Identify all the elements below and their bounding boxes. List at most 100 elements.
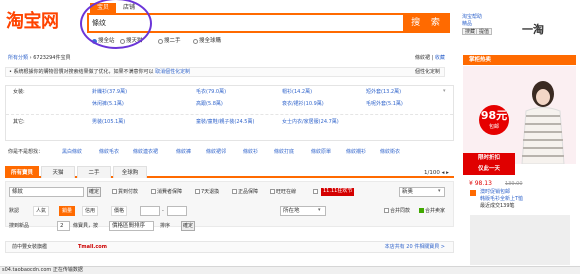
promo-badge[interactable]: 11.11狂欢节 [321,188,355,196]
shop-hot-title: 掌柜热卖 [463,55,576,65]
radio-search-tmall[interactable]: 搜天猫 [120,38,143,45]
taobao-logo[interactable]: 淘宝网 [6,11,59,33]
checkbox-icon [195,189,200,194]
notice-text: 系統根據你的購物習慣对搜索结果做了优化，如果不满意你可以 [13,69,154,75]
refine-confirm-button[interactable]: 確定 [87,187,101,197]
chevron-down-icon: ▾ [438,188,441,194]
badge-small: 包邮 [488,124,499,130]
result-tabs: 所有寶貝 天猫 二手 全球购 [5,166,454,178]
search-tab-items[interactable]: 宝贝 [90,3,116,13]
category-link[interactable]: 女士内衣/家居服(24.7萬) [282,116,339,129]
crumb-collect-link[interactable]: 收藏 [435,55,445,61]
sort-default[interactable]: 默認 [9,208,19,214]
radio-dot-icon [193,38,198,44]
taobao-help-link[interactable]: 淘宝帮助 [462,14,482,20]
radio-label: 搜二手 [164,38,181,44]
filter-online[interactable]: 旺旺在線 [270,189,296,195]
tab-tmall[interactable]: 天猫 [41,166,75,178]
radio-search-global[interactable]: 搜全球購 [193,38,221,45]
category-link[interactable]: 休闲裤(5.1萬) [92,98,124,111]
suggestion-link[interactable]: 黑白條紋 [62,149,82,155]
filter-consumer-protection[interactable]: 消費者保障 [151,189,182,195]
price-range-select[interactable]: 價格區間排序 [109,221,154,231]
flash-sale-banner[interactable]: 限时折扣 仅此一天 [463,153,515,175]
tmall-store-strip: 前中豐女裝旗艦 Tmall.com 本店共有 20 件相關寶貝 > [5,241,454,253]
refine-search-input[interactable]: 條紋 [9,187,84,197]
tab-global[interactable]: 全球购 [113,166,147,178]
merge-same[interactable]: 合并同款 [384,208,410,214]
sort-credit[interactable]: 信用 [82,206,99,216]
radio-search-all[interactable]: 搜全站 [92,38,115,45]
suggestion-link[interactable]: 條紋原單 [311,149,331,155]
category-link[interactable]: 男装(105.1萬) [92,116,125,129]
radio-search-secondhand[interactable]: 搜二手 [158,38,181,45]
product-thumb[interactable] [470,215,570,265]
promo-line2: 仅此一天 [477,166,500,172]
sort-popularity[interactable]: 人氣 [33,206,50,216]
browser-status-bar: s04.taobaocdn.com 正在传输数据 [0,266,580,274]
price-min-input[interactable] [140,206,160,216]
category-link[interactable]: 衰衣/裙衫(10.9萬) [282,98,324,111]
radio-dot-on-icon [92,38,97,44]
boutique-link[interactable]: 精品 [462,21,472,27]
pager: 1/100 ◂ ▸ [424,170,449,177]
sort-label-text: 排序 [160,223,171,229]
pager-next-icon[interactable]: ▸ [446,170,449,176]
tmall-logo[interactable]: Tmall.com [78,242,107,252]
result-label: 搜到新品 [9,223,30,229]
yitao-logo[interactable]: 一淘 [522,23,544,36]
checkbox-icon [270,189,275,194]
category-link[interactable]: 高跟(5.8萬) [196,98,223,111]
suggestion-link[interactable]: 條紋連衣裙 [133,149,158,155]
result-confirm-button[interactable]: 確定 [181,221,195,231]
crumb-count: 6723294件宝貝 [33,55,71,61]
suggestion-link[interactable]: 條紋褲 [176,149,191,155]
chevron-down-icon: ▾ [318,207,321,213]
crumb-keyword: 條紋裙 | 收藏 [415,55,445,61]
filter-cod[interactable]: 貨到付款 [112,189,138,195]
store-name-link[interactable]: 前中豐女裝旗艦 [12,242,47,252]
checkbox-icon [313,189,318,194]
crumb-all-categories[interactable]: 所有分類 [8,55,28,61]
filter-genuine[interactable]: 正品保障 [232,189,258,195]
suggestion-link[interactable]: 條紋衫 [243,149,258,155]
suggestion-label: 你是不是想找： [8,149,44,155]
promo-line1: 限时折扣 [477,155,500,161]
tab-all-items[interactable]: 所有寶貝 [5,166,39,178]
expand-icon[interactable]: ▾ [443,88,446,94]
search-button[interactable]: 搜 索 [405,13,450,33]
result-count-select[interactable]: 2 [57,221,70,231]
result-mid: 條寶貝，按 [73,223,99,229]
price-max-input[interactable] [167,206,187,216]
sort-sales[interactable]: 銷量 [59,206,76,216]
suggestion-link[interactable]: 條紋裙邻 [206,149,226,155]
checkbox-icon [232,189,237,194]
checkbox-checked-icon [419,208,424,213]
suggestion-link[interactable]: 條紋毛衣 [99,149,119,155]
breadcrumb: 所有分類 › 6723294件宝貝 [8,55,70,61]
search-input[interactable] [89,15,403,31]
category-divider [6,114,453,115]
radio-label: 搜全站 [98,38,115,44]
rp-line2[interactable]: 韩版毛衫全新上T恤 [480,196,523,202]
category-link[interactable]: 童裝/童鞋/親子装(24.5萬) [196,116,254,129]
category-link[interactable]: 毛呢外套(5.1萬) [366,98,403,111]
sort-price[interactable]: 價格 [111,206,128,216]
pager-prev-icon[interactable]: ◂ [442,170,445,176]
cancel-personalization-link[interactable]: 取消個性化定制 [155,69,190,75]
price-badge: 98元 包邮 [479,105,509,135]
suggestion-link[interactable]: 條紋打底 [274,149,294,155]
merge-seller[interactable]: 合并卖家 [419,208,445,214]
suggestion-link[interactable]: 條紋襯衫 [346,149,366,155]
product-orig-price: 139.00 [505,181,523,187]
store-items-link[interactable]: 本店共有 20 件相關寶貝 > [385,242,445,252]
filter-promo[interactable] [313,189,319,195]
notice-right[interactable]: 個性化定制 [415,68,440,76]
filter-7day-return[interactable]: 7天退換 [195,189,219,195]
rp-line1[interactable]: 澳时促销包邮 [480,189,510,195]
suggestion-link[interactable]: 條紋衛衣 [380,149,400,155]
alert-button[interactable]: 提值 [476,28,493,35]
tab-secondhand[interactable]: 二手 [77,166,111,178]
search-tab-shops[interactable]: 店铺 [116,3,142,13]
promo-icon [470,190,476,196]
